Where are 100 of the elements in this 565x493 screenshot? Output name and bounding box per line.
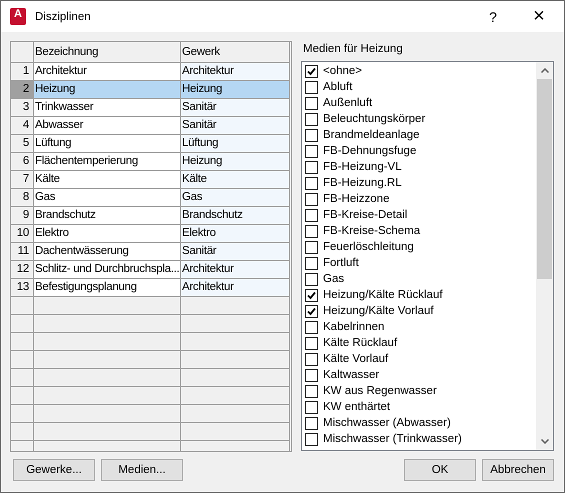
table-cell[interactable]: Sanitär <box>181 117 290 135</box>
checkbox[interactable] <box>305 384 318 398</box>
checkbox[interactable] <box>305 240 318 254</box>
checkbox-label[interactable]: Abluft <box>323 81 352 93</box>
checkbox-label[interactable]: Mischwasser (Trinkwasser) <box>323 433 462 445</box>
table-cell[interactable]: Architektur <box>181 261 290 279</box>
table-cell[interactable]: Brandschutz <box>34 207 181 225</box>
checkbox[interactable] <box>305 336 318 350</box>
checkbox-label[interactable]: FB-Heizzone <box>323 193 390 205</box>
checkbox[interactable] <box>305 160 318 174</box>
checkbox[interactable] <box>305 400 318 414</box>
dialog-button[interactable]: Medien... <box>101 459 183 481</box>
checkbox[interactable] <box>305 416 318 430</box>
table-cell[interactable]: Elektro <box>34 225 181 243</box>
checkbox-label[interactable]: Kälte Vorlauf <box>323 353 388 365</box>
row-header[interactable]: 2 <box>11 81 34 99</box>
checkbox-label[interactable]: Feuerlöschleitung <box>323 241 414 253</box>
checkbox[interactable] <box>305 128 318 142</box>
checkbox[interactable] <box>305 224 318 238</box>
table-cell[interactable]: Sanitär <box>181 99 290 117</box>
table-cell[interactable]: Kälte <box>34 171 181 189</box>
checkbox-label[interactable]: Gas <box>323 273 344 285</box>
table-cell[interactable]: Brandschutz <box>181 207 290 225</box>
table-cell[interactable]: Trinkwasser <box>34 99 181 117</box>
checkbox[interactable] <box>305 352 318 366</box>
checkbox[interactable] <box>305 64 318 78</box>
table-cell[interactable]: Elektro <box>181 225 290 243</box>
dialog-button[interactable]: Gewerke... <box>13 459 95 481</box>
checkbox-label[interactable]: Heizung/Kälte Rücklauf <box>323 289 443 301</box>
checkbox-label[interactable]: Fortluft <box>323 257 359 269</box>
checkbox[interactable] <box>305 112 318 126</box>
dialog-button[interactable]: OK <box>404 459 476 481</box>
table-cell[interactable]: Abwasser <box>34 117 181 135</box>
checkbox-label[interactable]: FB-Heizung.RL <box>323 177 402 189</box>
checkbox-label[interactable]: Beleuchtungskörper <box>323 113 426 125</box>
checkbox[interactable] <box>305 368 318 382</box>
scroll-thumb[interactable] <box>537 79 552 279</box>
row-header[interactable]: 8 <box>11 189 34 207</box>
row-header[interactable]: 4 <box>11 117 34 135</box>
checkbox-label[interactable]: Kälte Rücklauf <box>323 337 398 349</box>
checkbox[interactable] <box>305 176 318 190</box>
table-cell[interactable]: Gas <box>181 189 290 207</box>
scroll-down-icon[interactable] <box>540 439 548 444</box>
checkbox[interactable] <box>305 192 318 206</box>
row-header[interactable]: 12 <box>11 261 34 279</box>
table-cell[interactable]: Architektur <box>34 63 181 81</box>
table-cell[interactable]: Architektur <box>181 63 290 81</box>
checkbox[interactable] <box>305 96 318 110</box>
checkbox-label[interactable]: Heizung/Kälte Vorlauf <box>323 305 434 317</box>
row-header[interactable]: 11 <box>11 243 34 261</box>
checkbox[interactable] <box>305 80 318 94</box>
row-header[interactable]: 3 <box>11 99 34 117</box>
table-cell[interactable]: Heizung <box>34 81 181 99</box>
row-header[interactable]: 13 <box>11 279 34 297</box>
checkbox-label[interactable]: Kaltwasser <box>323 369 380 381</box>
checkbox-label[interactable]: <ohne> <box>323 65 362 77</box>
table-cell[interactable]: Lüftung <box>34 135 181 153</box>
checkbox-label[interactable]: FB-Kreise-Detail <box>323 209 408 221</box>
row-header[interactable]: 9 <box>11 207 34 225</box>
help-button[interactable]: ? <box>470 8 516 24</box>
corner-cell[interactable] <box>11 42 34 63</box>
table-cell[interactable]: Sanitär <box>181 243 290 261</box>
checkbox-label[interactable]: KW enthärtet <box>323 401 390 413</box>
table-cell[interactable]: Heizung <box>181 153 290 171</box>
column-header[interactable]: Gewerk <box>181 42 290 63</box>
checkbox[interactable] <box>305 144 318 158</box>
checkbox-label[interactable]: KW aus Regenwasser <box>323 385 437 397</box>
table-cell[interactable]: Gas <box>34 189 181 207</box>
checkbox[interactable] <box>305 272 318 286</box>
checkbox-label[interactable]: Mischwasser (Abwasser) <box>323 417 451 429</box>
checkbox[interactable] <box>305 208 318 222</box>
table-cell[interactable]: Dachentwässerung <box>34 243 181 261</box>
scrollbar[interactable] <box>536 62 553 450</box>
row-header[interactable]: 5 <box>11 135 34 153</box>
checkbox[interactable] <box>305 304 318 318</box>
dialog-button[interactable]: Abbrechen <box>482 459 554 481</box>
row-header[interactable]: 1 <box>11 63 34 81</box>
table-cell[interactable]: Kälte <box>181 171 290 189</box>
table-cell[interactable]: Heizung <box>181 81 290 99</box>
checkbox-label[interactable]: FB-Dehnungsfuge <box>323 145 416 157</box>
row-header[interactable]: 7 <box>11 171 34 189</box>
column-header[interactable]: Bezeichnung <box>34 42 181 63</box>
checkbox[interactable] <box>305 256 318 270</box>
table-cell[interactable]: Schlitz- und Durchbruchspla... <box>34 261 181 279</box>
table-cell[interactable]: Flächentemperierung <box>34 153 181 171</box>
row-header[interactable]: 6 <box>11 153 34 171</box>
table-cell[interactable]: Architektur <box>181 279 290 297</box>
row-header[interactable]: 10 <box>11 225 34 243</box>
checkbox-label[interactable]: Brandmeldeanlage <box>323 129 420 141</box>
checkbox[interactable] <box>305 432 318 446</box>
checkbox-label[interactable]: FB-Heizung-VL <box>323 161 402 173</box>
scroll-up-icon[interactable] <box>540 68 548 73</box>
checkbox[interactable] <box>305 288 318 302</box>
table-cell[interactable]: Lüftung <box>181 135 290 153</box>
checkbox-label[interactable]: Außenluft <box>323 97 372 109</box>
checkbox-label[interactable]: FB-Kreise-Schema <box>323 225 420 237</box>
checkbox[interactable] <box>305 320 318 334</box>
checkbox-label[interactable]: Kabelrinnen <box>323 321 384 333</box>
table-cell[interactable]: Befestigungsplanung <box>34 279 181 297</box>
close-button[interactable]: × <box>516 5 562 28</box>
